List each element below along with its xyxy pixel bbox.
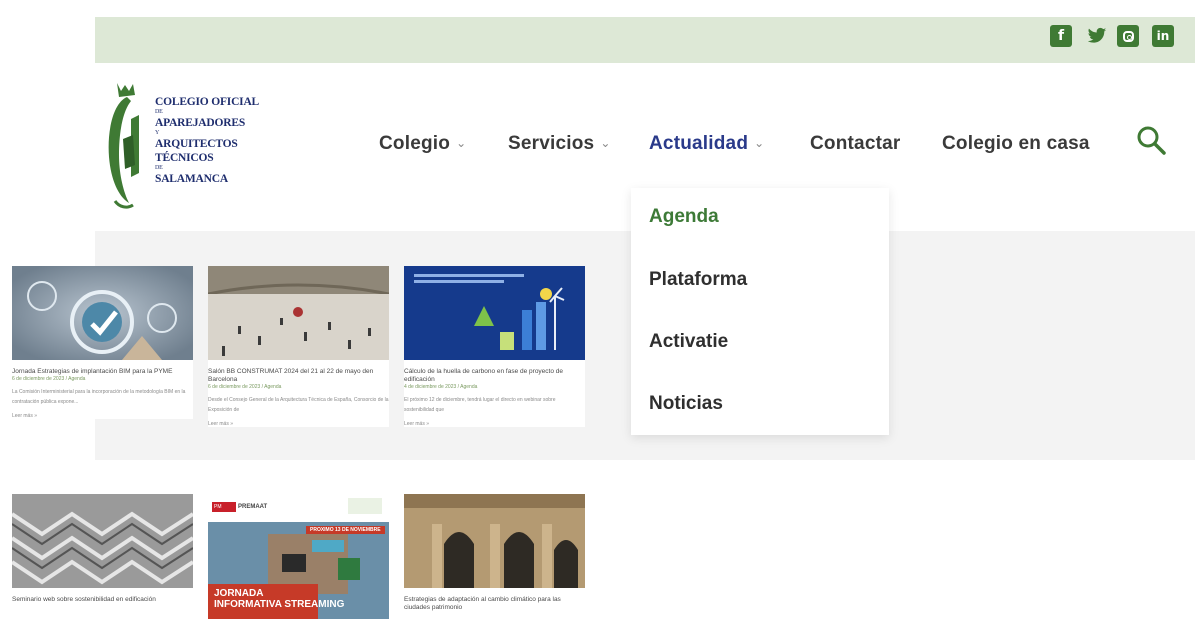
read-more-link[interactable]: Leer más » (404, 421, 585, 427)
nav-item-servicios[interactable]: Servicios ⌄ (508, 133, 611, 155)
post-excerpt: La Comisión Interministerial para la inc… (12, 389, 186, 405)
post-excerpt: El próximo 12 de diciembre, tendrá lugar… (404, 397, 556, 413)
post-thumbnail-sostenibilidad[interactable] (12, 494, 193, 588)
post-meta: 6 de diciembre de 2023 / Agenda (12, 376, 86, 382)
premaat-badge: PREMAAT (238, 504, 268, 510)
dropdown-item-agenda[interactable]: Agenda (649, 206, 719, 228)
logo-line: ARQUITECTOS TÉCNICOS (155, 138, 238, 164)
post-title[interactable]: Seminario web sobre sostenibilidad en ed… (12, 596, 193, 604)
post-thumbnail-huella-carbono[interactable] (404, 266, 585, 360)
dropdown-item-noticias[interactable]: Noticias (649, 393, 723, 415)
post-card[interactable]: PM PREMAAT PROXIMO 13 DE NOVIEMBRE JORNA… (208, 494, 389, 619)
logo-line: SALAMANCA (155, 173, 228, 185)
nav-label: Contactar (810, 133, 901, 154)
nav-item-actualidad[interactable]: Actualidad ⌄ (649, 133, 764, 155)
overlay-line: JORNADA (214, 588, 264, 599)
post-card[interactable]: Seminario web sobre sostenibilidad en ed… (12, 494, 193, 604)
logo-text: COLEGIO OFICIAL DE APAREJADORES Y ARQUIT… (155, 95, 273, 186)
nav-label: Colegio en casa (942, 133, 1090, 154)
post-meta: 4 de diciembre de 2023 / Agenda (404, 384, 478, 390)
event-date-banner: PROXIMO 13 DE NOVIEMBRE (306, 526, 385, 534)
post-thumbnail-construmat[interactable] (208, 266, 389, 360)
site-logo[interactable]: COLEGIO OFICIAL DE APAREJADORES Y ARQUIT… (103, 77, 273, 212)
premaat-logo-mark: PM (214, 504, 222, 510)
logo-line: COLEGIO OFICIAL (155, 96, 260, 108)
post-excerpt: Desde el Consejo General de la Arquitect… (208, 397, 389, 413)
post-title[interactable]: Estrategias de adaptación al cambio clim… (404, 596, 585, 612)
logo-emblem-icon (108, 83, 139, 209)
post-card[interactable]: Estrategias de adaptación al cambio clim… (404, 494, 585, 612)
post-card[interactable]: Cálculo de la huella de carbono en fase … (404, 266, 585, 427)
post-card[interactable]: Salón BB CONSTRUMAT 2024 del 21 al 22 de… (208, 266, 389, 427)
twitter-icon[interactable] (1086, 25, 1108, 47)
nav-label: Colegio (379, 133, 451, 154)
logo-line: APAREJADORES (155, 117, 246, 129)
read-more-link[interactable]: Leer más » (208, 421, 389, 427)
nav-item-colegio-en-casa[interactable]: Colegio en casa (942, 133, 1090, 155)
post-thumbnail-premaat[interactable]: PM PREMAAT PROXIMO 13 DE NOVIEMBRE JORNA… (208, 494, 389, 619)
actualidad-dropdown-menu: Agenda Plataforma Activatie Noticias (631, 188, 889, 435)
facebook-icon[interactable]: f (1050, 25, 1072, 47)
overlay-line: INFORMATIVA STREAMING (214, 599, 345, 610)
post-card[interactable]: Jornada Estrategias de implantación BIM … (12, 266, 193, 419)
social-topbar: f in (95, 17, 1195, 63)
nav-label: Servicios (508, 133, 595, 154)
search-icon[interactable] (1136, 125, 1166, 155)
dropdown-item-plataforma[interactable]: Plataforma (649, 269, 747, 291)
post-title[interactable]: Jornada Estrategias de implantación BIM … (12, 368, 193, 376)
read-more-link[interactable]: Leer más » (12, 413, 193, 419)
nav-item-colegio[interactable]: Colegio ⌄ (379, 133, 466, 155)
instagram-icon[interactable] (1117, 25, 1139, 47)
logo-line: DE (155, 165, 163, 171)
post-title[interactable]: Salón BB CONSTRUMAT 2024 del 21 al 22 de… (208, 368, 389, 384)
nav-item-contactar[interactable]: Contactar (810, 133, 900, 155)
post-thumbnail-ciudades-patrimonio[interactable] (404, 494, 585, 588)
chevron-down-icon: ⌄ (600, 136, 611, 150)
chevron-down-icon: ⌄ (456, 136, 467, 150)
post-meta: 6 de diciembre de 2023 / Agenda (208, 384, 282, 390)
post-title[interactable]: Cálculo de la huella de carbono en fase … (404, 368, 585, 384)
linkedin-icon[interactable]: in (1152, 25, 1174, 47)
nav-label: Actualidad (649, 133, 749, 154)
chevron-down-icon: ⌄ (754, 136, 765, 150)
dropdown-item-activatie[interactable]: Activatie (649, 331, 728, 353)
jornada-overlay-title: JORNADA INFORMATIVA STREAMING (214, 588, 344, 610)
post-thumbnail-bim[interactable] (12, 266, 193, 360)
logo-line: DE (155, 109, 163, 115)
logo-line: Y (155, 130, 160, 136)
